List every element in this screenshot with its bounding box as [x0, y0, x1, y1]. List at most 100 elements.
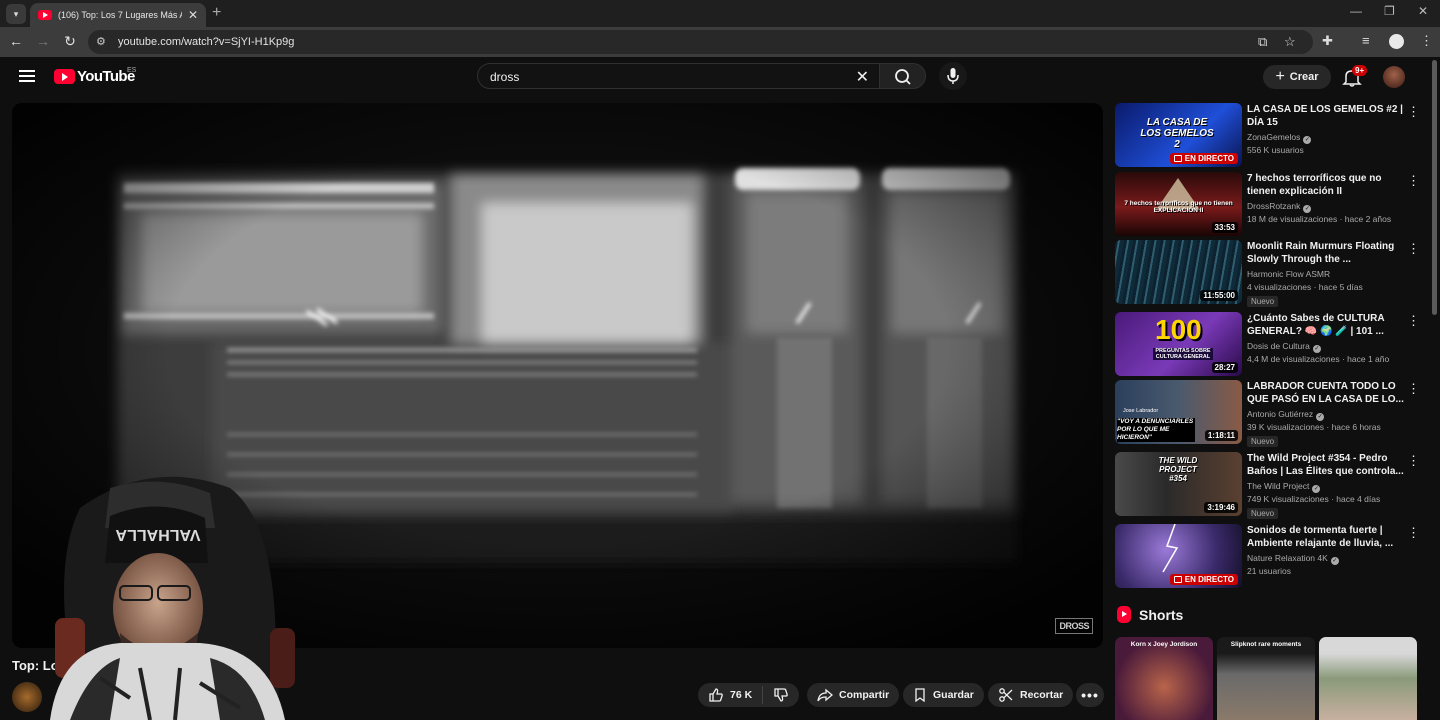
duration-badge: 1:18:11: [1204, 430, 1238, 441]
more-vertical-icon[interactable]: ⋮: [1407, 454, 1420, 467]
scissors-icon: [999, 688, 1013, 702]
bookmark-star-icon[interactable]: ☆: [1284, 34, 1296, 50]
more-vertical-icon[interactable]: ⋮: [1407, 105, 1420, 118]
microphone-icon: [947, 68, 959, 84]
search-icon: [895, 69, 911, 85]
browser-tab[interactable]: (106) Top: Los 7 Lugares Más Ab ✕: [30, 3, 206, 27]
duration-badge: 11:55:00: [1200, 290, 1238, 301]
youtube-masthead: YouTube ES dross ✕ + Crear 9+: [0, 57, 1440, 97]
verified-icon: ✓: [1303, 205, 1312, 213]
streamer-webcam-image: VALHALLA: [50, 476, 295, 720]
extensions-icon[interactable]: ✚: [1322, 33, 1333, 49]
recommendation-item[interactable]: 11:55:00 Moonlit Rain Murmurs Floating S…: [1115, 240, 1435, 307]
close-window-icon[interactable]: ✕: [1418, 4, 1428, 18]
media-controls-icon[interactable]: ≡: [1362, 33, 1370, 48]
short-thumbnail[interactable]: Korn x Joey Jordison: [1115, 637, 1213, 720]
more-actions-button[interactable]: •••: [1076, 683, 1104, 707]
like-count[interactable]: 76 K: [730, 689, 752, 701]
recommendation-item[interactable]: THE WILD PROJECT #354 3:19:46 The Wild P…: [1115, 452, 1435, 519]
rec-title[interactable]: Moonlit Rain Murmurs Floating Slowly Thr…: [1247, 240, 1405, 266]
browser-menu-icon[interactable]: ⋮: [1420, 33, 1433, 49]
more-vertical-icon[interactable]: ⋮: [1407, 526, 1420, 539]
rec-meta: 749 K visualizaciones · hace 4 días: [1247, 494, 1381, 504]
more-vertical-icon[interactable]: ⋮: [1407, 382, 1420, 395]
rec-meta: 4 visualizaciones · hace 5 días: [1247, 282, 1363, 292]
rec-channel[interactable]: DrossRotzank ✓: [1247, 201, 1312, 213]
video-thumbnail[interactable]: 7 hechos terroríficos que no tienen EXPL…: [1115, 172, 1242, 236]
tab-close-icon[interactable]: ✕: [188, 8, 198, 22]
restore-icon[interactable]: ❐: [1384, 4, 1395, 18]
more-horizontal-icon: •••: [1081, 687, 1099, 703]
clear-search-icon[interactable]: ✕: [856, 67, 869, 87]
shorts-heading: Shorts: [1139, 606, 1184, 623]
new-tab-icon[interactable]: +: [212, 4, 221, 22]
verified-icon: ✓: [1330, 557, 1339, 565]
video-thumbnail[interactable]: LA CASA DE LOS GEMELOS 2 EN DIRECTO: [1115, 103, 1242, 167]
search-value: dross: [490, 70, 520, 84]
recommendation-item[interactable]: EN DIRECTO Sonidos de tormenta fuerte | …: [1115, 524, 1435, 590]
verified-icon: ✓: [1312, 345, 1321, 353]
more-vertical-icon[interactable]: ⋮: [1407, 174, 1420, 187]
search-input[interactable]: dross ✕: [477, 63, 880, 89]
forward-icon[interactable]: →: [34, 33, 52, 49]
video-thumbnail[interactable]: 11:55:00: [1115, 240, 1242, 304]
video-thumbnail[interactable]: 100 PREGUNTAS SOBRE CULTURA GENERAL 28:2…: [1115, 312, 1242, 376]
recommendation-item[interactable]: Jose Labrador "VOY A DENUNCIARLES POR LO…: [1115, 380, 1435, 447]
like-divider: [762, 686, 764, 704]
tab-search-icon[interactable]: ▾: [6, 4, 26, 24]
more-vertical-icon[interactable]: ⋮: [1407, 242, 1420, 255]
voice-search-button[interactable]: [939, 62, 967, 90]
rec-channel-name: DrossRotzank: [1247, 201, 1301, 211]
recommendation-item[interactable]: 100 PREGUNTAS SOBRE CULTURA GENERAL 28:2…: [1115, 312, 1435, 378]
profile-avatar-icon[interactable]: [1389, 34, 1404, 49]
verified-icon: ✓: [1303, 136, 1312, 144]
video-thumbnail[interactable]: THE WILD PROJECT #354 3:19:46: [1115, 452, 1242, 516]
site-info-icon[interactable]: ⚙: [96, 35, 106, 48]
back-icon[interactable]: ←: [7, 33, 25, 49]
rec-title[interactable]: LA CASA DE LOS GEMELOS #2 | DÍA 15: [1247, 103, 1405, 129]
search-button[interactable]: [879, 63, 926, 89]
dislike-icon[interactable]: [773, 687, 789, 703]
short-thumbnail[interactable]: Slipknot rare moments: [1217, 637, 1315, 720]
rec-channel[interactable]: Harmonic Flow ASMR: [1247, 269, 1330, 279]
rec-channel-name: Nature Relaxation 4K: [1247, 553, 1328, 563]
page-scrollbar[interactable]: [1432, 60, 1437, 315]
channel-avatar[interactable]: [12, 682, 42, 712]
short-thumbnail[interactable]: [1319, 637, 1417, 720]
rec-channel[interactable]: Antonio Gutiérrez ✓: [1247, 409, 1325, 421]
rec-title[interactable]: ¿Cuánto Sabes de CULTURA GENERAL? 🧠 🌍 🧪 …: [1247, 312, 1405, 338]
rec-channel[interactable]: Nature Relaxation 4K ✓: [1247, 553, 1339, 565]
more-vertical-icon[interactable]: ⋮: [1407, 314, 1420, 327]
rec-channel[interactable]: The Wild Project ✓: [1247, 481, 1321, 493]
rec-title[interactable]: The Wild Project #354 - Pedro Baños | La…: [1247, 452, 1405, 478]
recommendation-item[interactable]: LA CASA DE LOS GEMELOS 2 EN DIRECTO LA C…: [1115, 103, 1435, 169]
clip-label: Recortar: [1020, 689, 1064, 701]
recommendation-item[interactable]: 7 hechos terroríficos que no tienen EXPL…: [1115, 172, 1435, 238]
verified-icon: ✓: [1312, 485, 1321, 493]
video-thumbnail[interactable]: Jose Labrador "VOY A DENUNCIARLES POR LO…: [1115, 380, 1242, 444]
rec-meta: 39 K visualizaciones · hace 6 horas: [1247, 422, 1381, 432]
youtube-logo-icon[interactable]: [54, 69, 75, 84]
browser-toolbar: ← → ↻ ⚙ youtube.com/watch?v=SjYI-H1Kp9g …: [0, 27, 1440, 57]
rec-channel[interactable]: ZonaGemelos ✓: [1247, 132, 1312, 144]
account-avatar[interactable]: [1383, 66, 1405, 88]
video-thumbnail[interactable]: EN DIRECTO: [1115, 524, 1242, 588]
thumbnail-subtext: PREGUNTAS SOBRE CULTURA GENERAL: [1153, 348, 1213, 360]
share-button[interactable]: Compartir: [807, 683, 900, 707]
clip-button[interactable]: Recortar: [988, 683, 1074, 707]
duration-badge: 28:27: [1211, 362, 1238, 373]
rec-channel-name: Dosis de Cultura: [1247, 341, 1310, 351]
install-app-icon[interactable]: ⧉: [1258, 34, 1267, 50]
create-button[interactable]: + Crear: [1263, 65, 1331, 89]
like-icon[interactable]: [708, 687, 724, 703]
rec-title[interactable]: LABRADOR CUENTA TODO LO QUE PASÓ EN LA C…: [1247, 380, 1405, 406]
save-button[interactable]: Guardar: [903, 683, 984, 707]
minimize-icon[interactable]: —: [1350, 4, 1362, 18]
rec-title[interactable]: 7 hechos terroríficos que no tienen expl…: [1247, 172, 1405, 198]
menu-icon[interactable]: [19, 70, 35, 82]
rec-channel[interactable]: Dosis de Cultura ✓: [1247, 341, 1321, 353]
address-bar[interactable]: ⚙ youtube.com/watch?v=SjYI-H1Kp9g ⧉ ☆: [88, 30, 1313, 54]
reload-icon[interactable]: ↻: [61, 33, 79, 50]
rec-title[interactable]: Sonidos de tormenta fuerte | Ambiente re…: [1247, 524, 1405, 550]
verified-icon: ✓: [1316, 413, 1325, 421]
